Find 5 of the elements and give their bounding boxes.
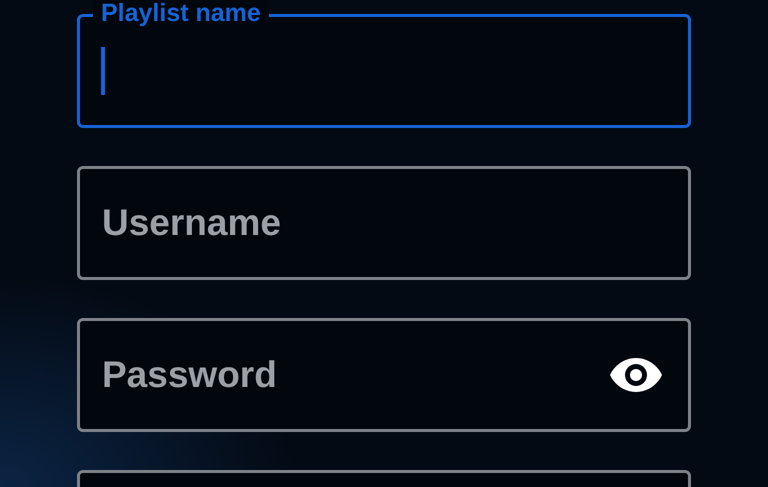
input-field[interactable]: Username (77, 166, 691, 280)
eye-icon[interactable] (609, 356, 663, 394)
input-field[interactable]: Password (77, 318, 691, 432)
field-label: Playlist name (93, 0, 269, 27)
text-cursor (101, 47, 105, 95)
